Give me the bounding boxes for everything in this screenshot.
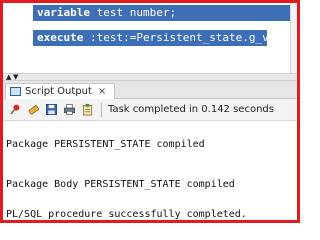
output-line: Package Body PERSISTENT_STATE compiled xyxy=(6,179,235,190)
screenshot-frame: variable test number; execute :test:=Per… xyxy=(0,0,300,223)
output-line: PL/SQL procedure successfully completed. xyxy=(6,209,247,220)
output-line: Package PERSISTENT_STATE compiled xyxy=(6,139,205,150)
script-output-panel[interactable]: Package PERSISTENT_STATE compiled Packag… xyxy=(3,121,297,220)
tab-script-output[interactable]: Script Output × xyxy=(5,83,116,99)
keyword-variable: variable xyxy=(37,6,90,19)
collapse-up-icon[interactable]: ▲ xyxy=(6,74,11,81)
code-text-variable: test number; xyxy=(89,6,177,19)
code-line-variable[interactable]: variable test number; xyxy=(33,5,297,21)
pin-icon xyxy=(9,104,19,115)
save-icon xyxy=(45,104,57,115)
print-button[interactable] xyxy=(61,102,77,118)
expand-down-icon[interactable]: ▼ xyxy=(13,74,18,81)
task-status-text: Task completed in 0.142 seconds xyxy=(108,104,274,115)
toolbar-separator xyxy=(101,102,102,117)
output-tabbar: Script Output × xyxy=(3,81,297,99)
clear-button[interactable] xyxy=(25,102,41,118)
save-button[interactable] xyxy=(43,102,59,118)
close-icon[interactable]: × xyxy=(98,86,106,97)
editor-scrollbar[interactable] xyxy=(290,3,297,73)
pin-button[interactable] xyxy=(7,102,23,118)
code-text-execute: :test:=Persistent_state.g_var; xyxy=(83,31,289,44)
copy-button[interactable] xyxy=(79,102,95,118)
keyword-execute: execute xyxy=(37,31,84,44)
eraser-icon xyxy=(28,105,39,115)
script-output-icon xyxy=(10,87,21,96)
sql-editor[interactable]: variable test number; execute :test:=Per… xyxy=(3,3,297,73)
clipboard-icon xyxy=(82,103,92,116)
panel-splitter[interactable]: ▲ ▼ xyxy=(3,73,297,81)
editor-gutter xyxy=(3,3,33,73)
output-toolbar: Task completed in 0.142 seconds xyxy=(3,99,297,121)
print-icon xyxy=(63,104,75,115)
tab-script-output-label: Script Output xyxy=(25,86,92,97)
code-line-execute[interactable]: execute :test:=Persistent_state.g_var; xyxy=(33,30,289,46)
